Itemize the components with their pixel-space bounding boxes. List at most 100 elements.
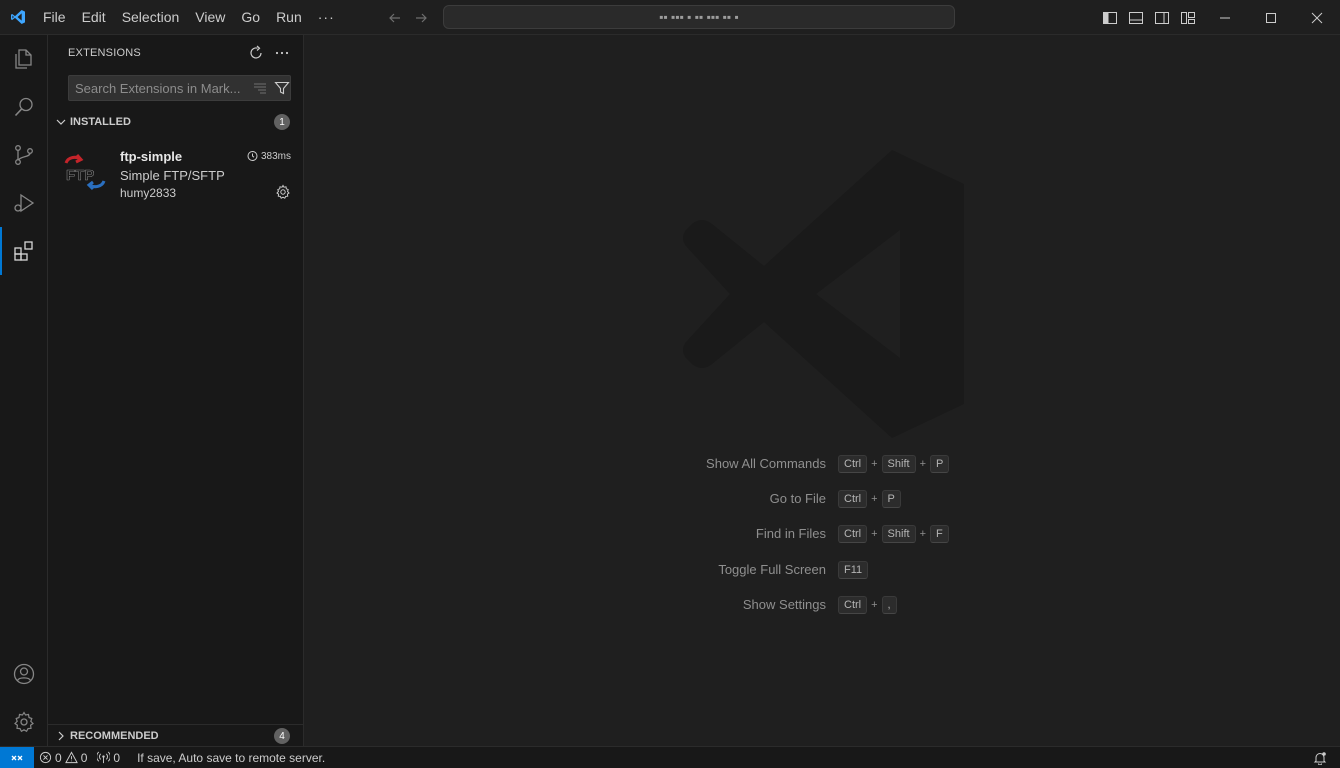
menu-edit[interactable]: Edit <box>74 0 114 35</box>
key: P <box>930 455 950 473</box>
toggle-panel-icon[interactable] <box>1126 8 1146 28</box>
shortcut-label: Show Settings <box>742 597 826 612</box>
filter-icon[interactable] <box>273 79 291 97</box>
shortcut-keys: Ctrl + , <box>838 596 897 614</box>
shortcut-label: Show All Commands <box>706 456 826 471</box>
command-center[interactable]: ▪▪ ▪▪▪ ▪ ▪▪ ▪▪▪ ▪▪ ▪ <box>443 5 955 29</box>
title-bar: File Edit Selection View Go Run ··· ▪▪ ▪… <box>0 0 1340 35</box>
installed-section-header[interactable]: INSTALLED 1 <box>48 111 303 133</box>
window-controls <box>1202 0 1340 35</box>
shortcut-keys: Ctrl + Shift + P <box>838 455 950 473</box>
sidebar-title: EXTENSIONS <box>68 46 141 59</box>
activity-bar <box>0 35 48 746</box>
error-count: 0 <box>55 750 62 765</box>
key: , <box>881 596 897 614</box>
warning-count: 0 <box>80 750 88 765</box>
key: Shift <box>881 455 916 473</box>
run-and-debug-icon[interactable] <box>0 179 48 227</box>
status-bar: 0 0 0 If save, Auto save to remote serve… <box>0 746 1340 768</box>
remote-indicator-icon[interactable] <box>0 746 34 768</box>
shortcut-show-settings[interactable]: Show Settings Ctrl + , <box>304 594 1340 616</box>
menu-selection[interactable]: Selection <box>114 0 188 35</box>
menu-file[interactable]: File <box>35 0 74 35</box>
ftp-logo-icon: FTP <box>62 153 108 193</box>
shortcut-label: Toggle Full Screen <box>718 562 826 577</box>
key: P <box>881 490 901 508</box>
accounts-icon[interactable] <box>0 650 48 698</box>
ports-count: 0 <box>113 750 121 765</box>
maximize-icon[interactable] <box>1248 0 1294 35</box>
extension-name: ftp-simple <box>120 149 183 164</box>
shortcut-keys: F11 <box>838 561 869 579</box>
shortcut-toggle-full-screen[interactable]: Toggle Full Screen F11 <box>304 559 1340 581</box>
notifications-bell-icon[interactable] <box>1312 750 1328 766</box>
more-actions-icon[interactable] <box>273 44 291 62</box>
activity-bar-bottom <box>0 650 48 746</box>
menu-run[interactable]: Run <box>268 0 310 35</box>
sidebar-header: EXTENSIONS <box>48 35 303 70</box>
key: Ctrl <box>838 490 868 508</box>
recommended-section-title: RECOMMENDED <box>70 729 159 742</box>
search-box-actions <box>251 79 293 97</box>
manage-gear-icon[interactable] <box>0 698 48 746</box>
key: Ctrl <box>838 455 868 473</box>
extensions-search-box <box>68 75 291 101</box>
search-icon[interactable] <box>0 83 48 131</box>
menu-more-button[interactable]: ··· <box>310 9 343 25</box>
shortcut-show-all-commands[interactable]: Show All Commands Ctrl + Shift + P <box>304 453 1340 475</box>
key: F <box>930 525 949 543</box>
extension-publisher: humy2833 <box>120 186 177 200</box>
shortcut-keys: Ctrl + Shift + F <box>838 525 949 543</box>
toggle-primary-sidebar-icon[interactable] <box>1100 8 1120 28</box>
refresh-icon[interactable] <box>247 44 265 62</box>
extensions-search-input[interactable] <box>69 76 251 100</box>
customize-layout-icon[interactable] <box>1178 8 1198 28</box>
vscode-watermark-icon <box>683 150 964 438</box>
forward-arrow-icon[interactable] <box>412 9 430 27</box>
history-icon <box>247 151 258 161</box>
key: Shift <box>881 525 916 543</box>
source-control-icon[interactable] <box>0 131 48 179</box>
problems-indicator[interactable]: 0 0 <box>34 747 92 768</box>
extensions-sidebar: EXTENSIONS INSTALLED 1 <box>48 35 304 746</box>
activation-time: 383ms <box>246 150 291 162</box>
installed-section-title: INSTALLED <box>70 116 131 128</box>
ftp-logo-text: FTP <box>66 167 94 184</box>
back-arrow-icon[interactable] <box>386 9 404 27</box>
vscode-logo-icon <box>0 0 35 35</box>
extensions-icon[interactable] <box>0 227 48 275</box>
shortcut-label: Find in Files <box>755 526 826 541</box>
editor-area: Show All Commands Ctrl + Shift + P Go to F… <box>304 35 1340 746</box>
close-icon[interactable] <box>1294 0 1340 35</box>
shortcut-find-in-files[interactable]: Find in Files Ctrl + Shift + F <box>304 523 1340 545</box>
broadcast-icon <box>97 751 111 764</box>
clear-filter-icon[interactable] <box>251 79 269 97</box>
status-message-text: If save, Auto save to remote server. <box>137 750 326 765</box>
key: Ctrl <box>838 596 868 614</box>
extension-description: Simple FTP/SFTP <box>120 168 225 183</box>
shortcut-go-to-file[interactable]: Go to File Ctrl + P <box>304 488 1340 510</box>
recommended-count-badge: 4 <box>274 728 290 744</box>
layout-controls <box>1100 0 1198 35</box>
activation-time-value: 383ms <box>260 150 291 162</box>
shortcut-keys: Ctrl + P <box>838 490 901 508</box>
sidebar-actions <box>247 35 291 70</box>
key: F11 <box>838 561 869 579</box>
extension-item-ftp-simple[interactable]: FTP ftp-simple Simple FTP/SFTP humy2833 … <box>48 141 303 203</box>
menu-view[interactable]: View <box>187 0 233 35</box>
key: Ctrl <box>838 525 868 543</box>
toggle-secondary-sidebar-icon[interactable] <box>1152 8 1172 28</box>
menu-go[interactable]: Go <box>233 0 268 35</box>
extension-gear-icon[interactable] <box>275 184 291 200</box>
minimize-icon[interactable] <box>1202 0 1248 35</box>
installed-count-badge: 1 <box>274 114 290 130</box>
ports-indicator[interactable]: 0 <box>92 747 125 768</box>
error-icon <box>39 751 52 764</box>
navigation-arrows <box>386 0 430 35</box>
explorer-icon[interactable] <box>0 35 48 83</box>
status-message: If save, Auto save to remote server. <box>125 747 330 768</box>
menu-bar: File Edit Selection View Go Run ··· <box>35 0 343 35</box>
shortcut-label: Go to File <box>769 491 826 506</box>
recommended-section-header[interactable]: RECOMMENDED 4 <box>48 724 303 746</box>
command-center-text: ▪▪ ▪▪▪ ▪ ▪▪ ▪▪▪ ▪▪ ▪ <box>659 10 739 24</box>
